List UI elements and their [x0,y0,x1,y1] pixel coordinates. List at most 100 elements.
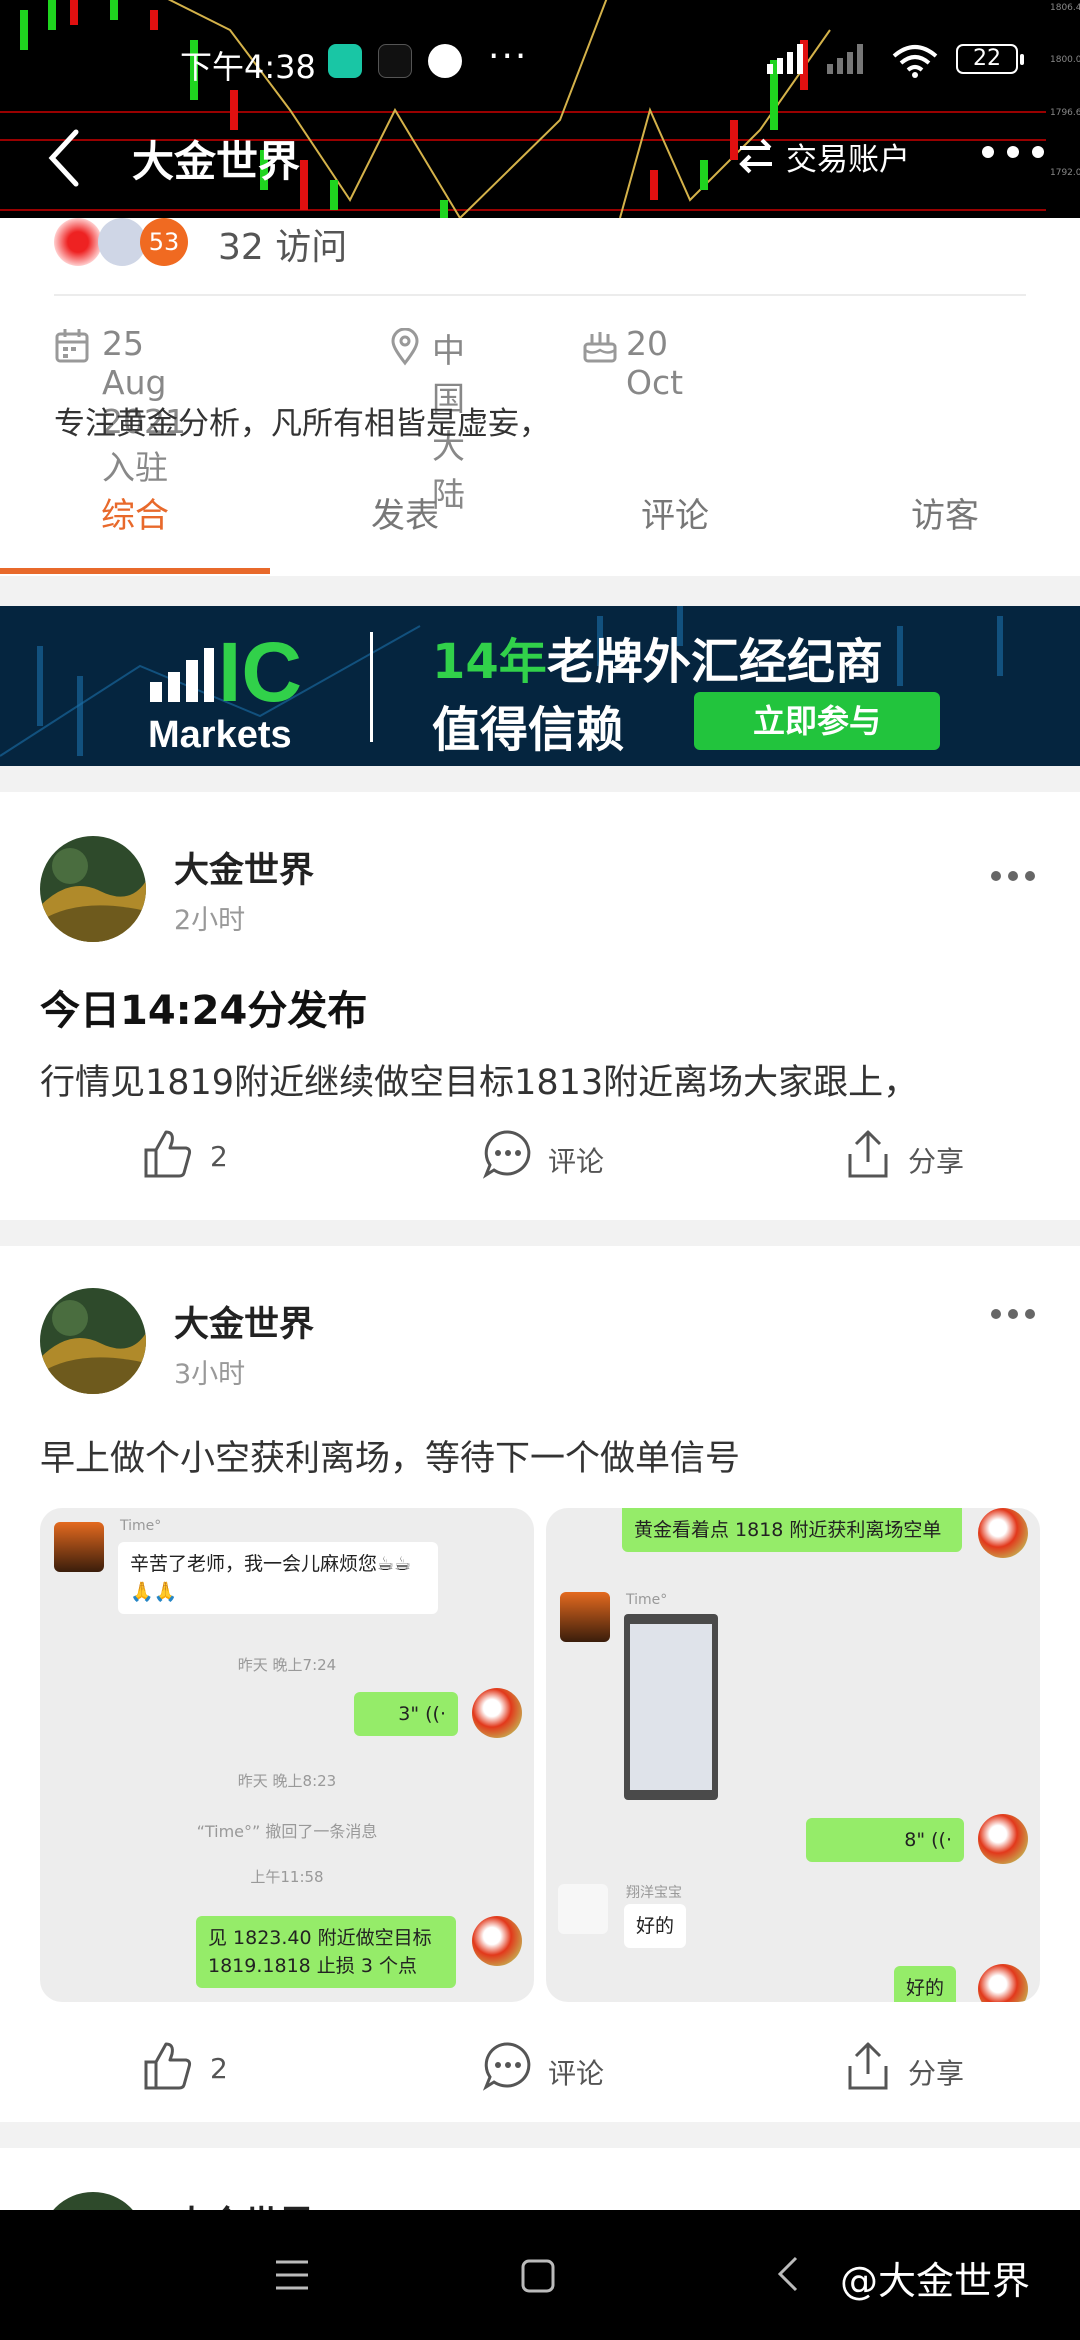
ic-markets-logo-ic: IC [218,625,302,719]
share-icon [848,2042,888,2090]
post-more-icon[interactable] [990,1308,1036,1320]
more-options-icon[interactable] [980,144,1046,160]
chat-avatar [558,1884,608,1934]
visit-count: 32 访问 [218,227,348,268]
chat-timestamp: 昨天 晚上8:23 [237,1772,337,1790]
visitor-avatar [54,218,102,266]
battery-indicator: 22 [956,44,1024,74]
post-time: 2小时 [174,905,246,936]
banner-separator [370,632,373,742]
profile-section: 53 32 访问 25 Aug 2021 入驻 中国大陆 20 Oct 专注黄金… [0,218,1080,576]
post-actions: 2 评论 分享 [0,2040,1080,2100]
chat-sender-name: 翔洋宝宝 [626,1885,682,1901]
share-button[interactable]: 分享 [842,2040,982,2100]
share-label: 分享 [908,2057,965,2090]
post-heading: 今日14:24分发布 [40,988,368,1034]
chat-avatar [560,1592,610,1642]
banner-headline: 14年老牌外汇经纪商 [432,622,883,692]
home-icon[interactable] [520,2258,556,2294]
header: 1806.4 1800.0 1796.6 1792.0 下午4:38 ··· 2… [0,0,1080,218]
chat-avatar [472,1688,522,1738]
post-card: 大金世界 2小时 今日14:24分发布 行情见1819附近继续做空目标1813附… [0,792,1080,1220]
birthday-cake-icon [583,332,617,363]
post-text: 早上做个小空获利离场，等待下一个做单信号 [40,1439,741,1479]
post-author[interactable]: 大金世界 [174,1296,314,1347]
svg-text:1806.4: 1806.4 [1050,3,1080,13]
system-back-icon[interactable] [776,2254,800,2294]
wifi-icon [892,45,938,78]
chat-message: 辛苦了老师，我一会儿麻烦您☕☕🙏🙏 [118,1542,438,1614]
post-image-chat-left[interactable]: Time° 辛苦了老师，我一会儿麻烦您☕☕🙏🙏 昨天 晚上7:24 3" ((·… [40,1508,534,2002]
location-pin-icon [391,328,419,366]
chat-timestamp: 昨天 晚上7:24 [237,1656,337,1674]
chat-sender-name: Time° [626,1592,668,1608]
post-more-icon[interactable] [990,870,1036,882]
tab-visitors[interactable]: 访客 [810,488,1080,537]
chat-message: 见 1823.40 附近做空目标 1819.1818 止损 3 个点 [196,1916,456,1988]
signal-icon [767,44,863,74]
thumbs-up-icon [144,2042,192,2090]
tab-comprehensive[interactable]: 综合 [0,488,270,537]
swap-icon[interactable] [736,136,776,176]
comment-button[interactable]: 评论 [482,2040,622,2100]
top-navbar: 大金世界 交易账户 [0,118,1080,198]
chat-message: 好的 [624,1904,687,1948]
back-arrow-icon[interactable] [44,128,84,188]
trade-account-link[interactable]: 交易账户 [786,134,910,179]
status-bar: 下午4:38 ··· 22 [0,36,1080,86]
visitor-avatar [98,218,146,266]
chat-sender-name: Time° [120,1518,162,1534]
comment-button[interactable]: 评论 [482,1128,622,1188]
banner-headline-rest: 老牌外汇经纪商 [546,634,883,690]
birthday: 20 Oct [626,324,684,402]
thumbs-up-icon [144,1130,192,1178]
avatar[interactable] [40,1288,146,1394]
banner-headline-highlight: 14年 [432,634,547,690]
active-tab-indicator [0,568,270,574]
chat-avatar [978,1964,1028,2002]
banner-subline: 值得信赖 [432,702,625,758]
post-actions: 2 评论 分享 [0,1128,1080,1188]
avatar[interactable] [40,836,146,942]
chat-avatar [54,1522,104,1572]
avatar-image [40,836,146,942]
comment-icon [482,2042,531,2091]
comment-label: 评论 [548,2057,605,2090]
calendar-icon [55,329,89,363]
share-icon [848,1130,888,1178]
qq-icon [428,44,462,78]
chat-voice-message: 8" ((· [806,1818,964,1862]
visitor-count-badge: 53 [140,218,188,266]
app-notification-icon [328,44,362,78]
post-text: 行情见1819附近继续做空目标1813附近离场大家跟上， [40,1063,919,1103]
chat-voice-message: 3" ((· [354,1692,458,1736]
post-time: 3小时 [174,1359,246,1390]
like-button[interactable]: 2 [142,2040,262,2100]
profile-bio: 专注黄金分析，凡所有相皆是虚妄， [54,406,550,442]
chat-message: 黄金看着点 1818 附近获利离场空单 [622,1508,962,1552]
ic-markets-logo-bars [150,648,214,702]
chat-phone-screenshot [624,1614,718,1800]
like-count: 2 [210,1140,228,1173]
like-button[interactable]: 2 [142,1128,262,1188]
tiktok-icon [378,44,412,78]
chat-avatar [472,1916,522,1966]
post-author[interactable]: 大金世界 [174,842,314,893]
share-label: 分享 [908,1145,965,1178]
page-title: 大金世界 [132,137,301,186]
watermark: @大金世界 [840,2259,1031,2303]
banner-cta-button[interactable]: 立即参与 [694,692,940,750]
share-button[interactable]: 分享 [842,1128,982,1188]
svg-text:1796.6: 1796.6 [1050,108,1080,118]
chat-message: 好的 [894,1966,957,2002]
post-image-chat-right[interactable]: 黄金看着点 1818 附近获利离场空单 Time° 8" ((· 翔洋宝宝 好的… [546,1508,1040,2002]
tab-posts[interactable]: 发表 [270,488,540,537]
like-count: 2 [210,2052,228,2085]
divider [54,294,1026,296]
tab-comments[interactable]: 评论 [540,488,810,537]
chat-timestamp: 上午11:58 [250,1868,324,1886]
recent-apps-icon[interactable] [274,2258,310,2292]
post-card: 大金世界 3小时 早上做个小空获利离场，等待下一个做单信号 Time° 辛苦了老… [0,1246,1080,2122]
avatar-image [40,1288,146,1394]
ad-banner[interactable]: IC Markets 14年老牌外汇经纪商 值得信赖 立即参与 [0,606,1080,766]
